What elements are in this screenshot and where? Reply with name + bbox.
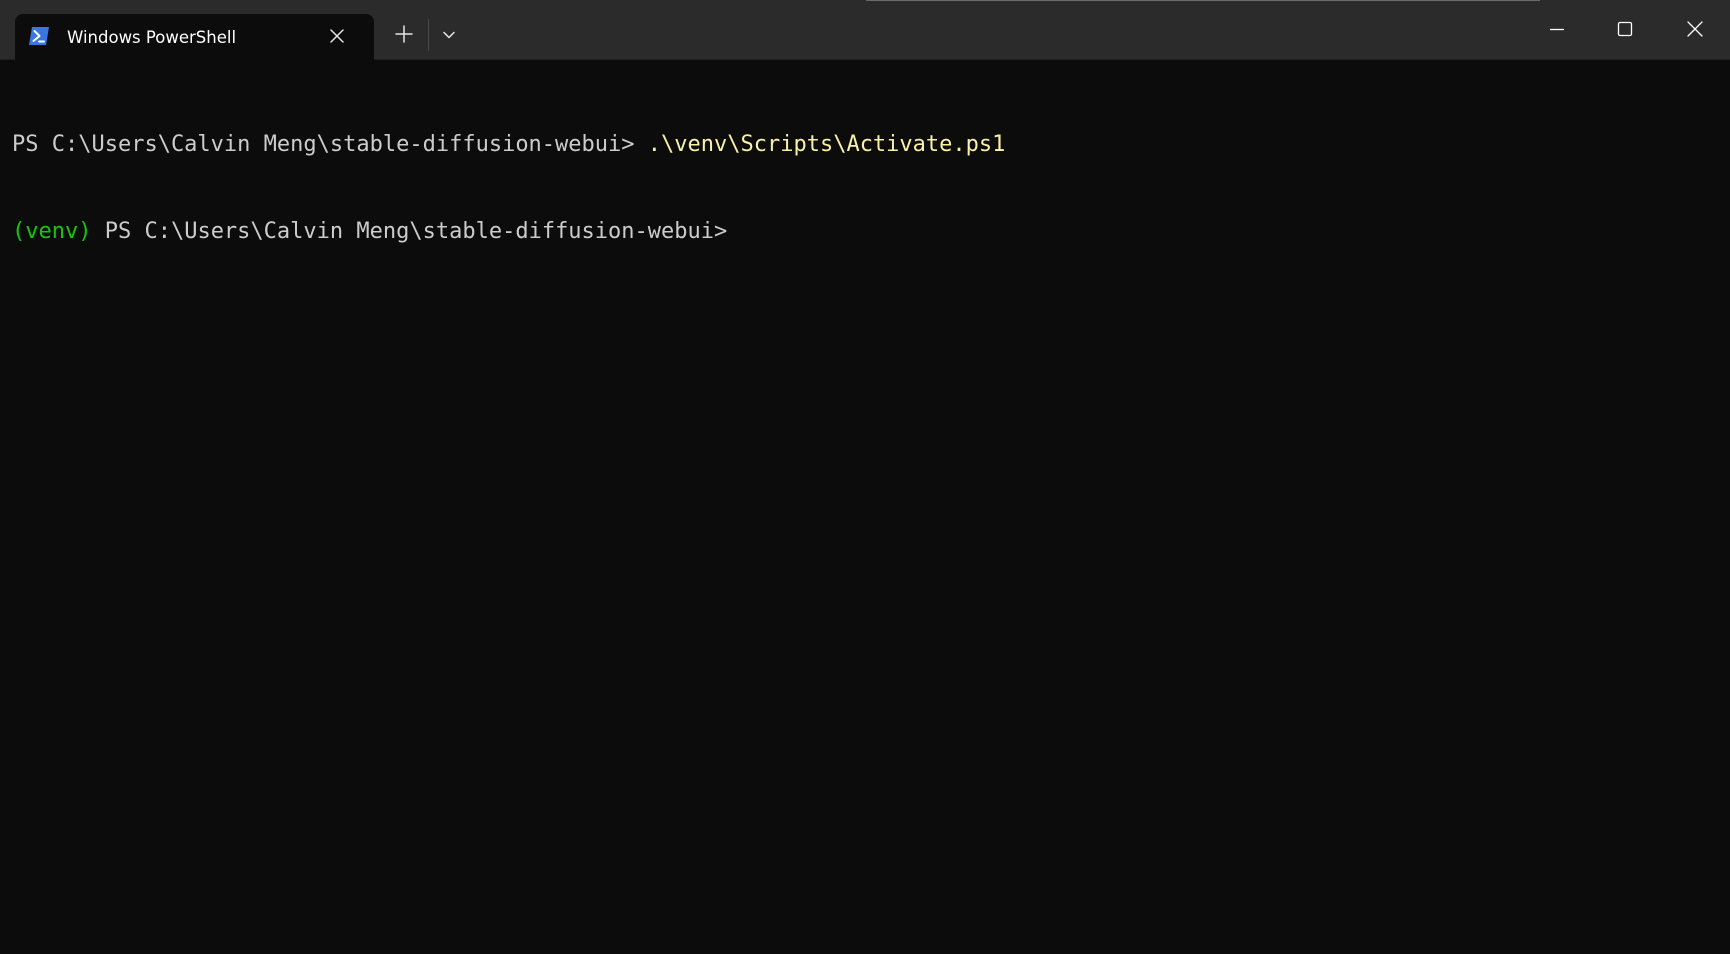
tab-windows-powershell[interactable]: Windows PowerShell: [15, 14, 374, 60]
plus-icon[interactable]: [392, 22, 416, 46]
powershell-icon: [28, 26, 50, 46]
command-text: .\venv\Scripts\Activate.ps1: [647, 132, 1006, 157]
tab-title: Windows PowerShell: [67, 28, 237, 47]
prompt-text: PS C:\Users\Calvin Meng\stable-diffusion…: [12, 132, 648, 157]
terminal-output[interactable]: PS C:\Users\Calvin Meng\stable-diffusion…: [12, 72, 1712, 942]
maximize-icon[interactable]: [1610, 14, 1640, 44]
minimize-icon[interactable]: [1542, 14, 1572, 44]
chevron-down-icon[interactable]: [440, 26, 458, 44]
terminal-window: Windows PowerShell PS C:\Users\Calvin Me…: [0, 0, 1730, 954]
close-window-icon[interactable]: [1680, 14, 1710, 44]
close-icon[interactable]: [329, 28, 345, 44]
tab-divider: [428, 19, 429, 51]
terminal-line: (venv) PS C:\Users\Calvin Meng\stable-di…: [12, 217, 1712, 246]
prompt-text: PS C:\Users\Calvin Meng\stable-diffusion…: [91, 219, 728, 244]
venv-indicator: (venv): [12, 219, 92, 244]
title-bar[interactable]: Windows PowerShell: [0, 0, 1730, 60]
title-bar-edge: [866, 0, 1540, 1]
terminal-line: PS C:\Users\Calvin Meng\stable-diffusion…: [12, 130, 1712, 159]
